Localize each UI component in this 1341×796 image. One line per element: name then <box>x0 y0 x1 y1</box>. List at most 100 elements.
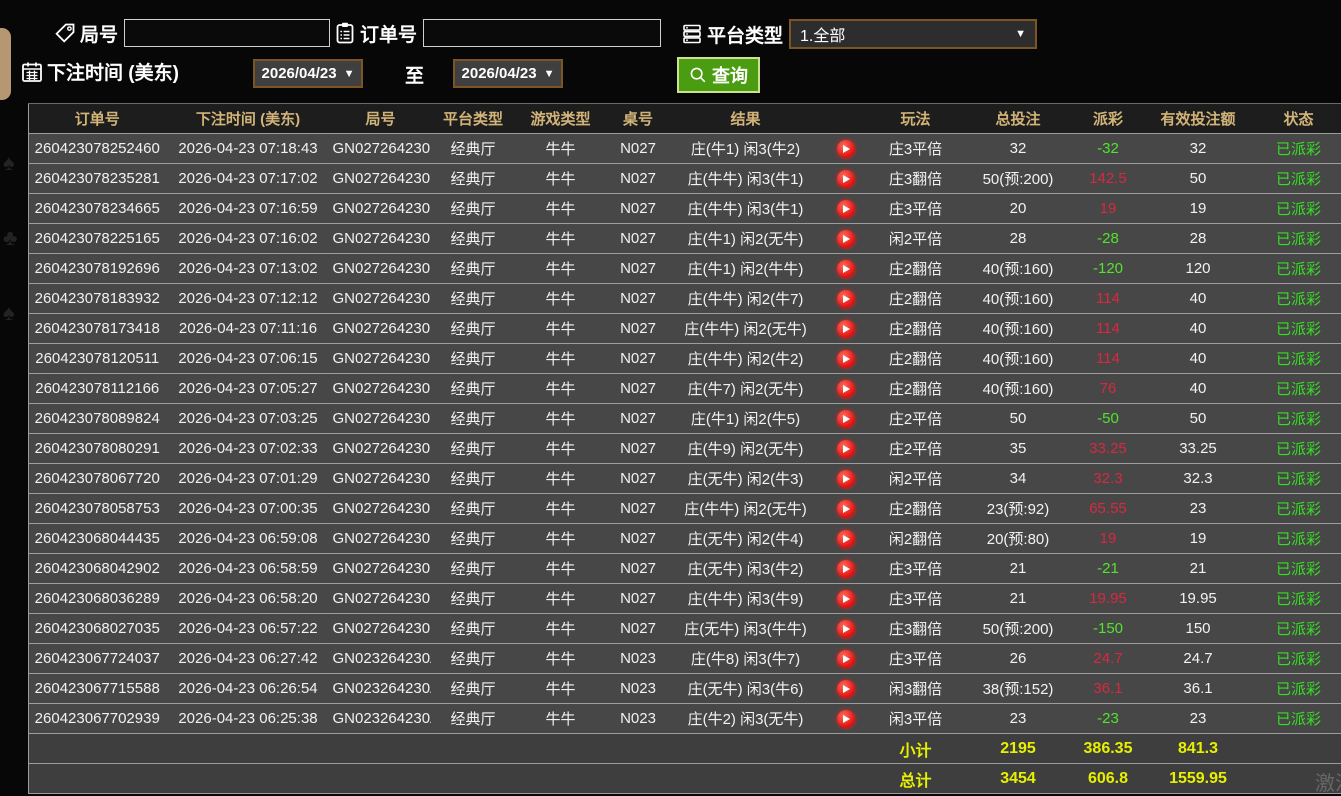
cell-replay <box>821 344 871 374</box>
table-row: 2604230781734182026-04-23 07:11:16GN0272… <box>29 314 1341 344</box>
cell-order: 260423078173418 <box>29 314 166 344</box>
cell-total-bet: 50 <box>961 404 1076 434</box>
column-header: 局号 <box>331 104 431 134</box>
cell-replay <box>821 464 871 494</box>
platform-select-value: 1.全部 <box>800 22 845 46</box>
cell-table-no: N027 <box>606 464 671 494</box>
replay-button[interactable] <box>837 260 855 278</box>
cell-table-no <box>606 734 671 764</box>
cell-table-no: N027 <box>606 134 671 164</box>
replay-button[interactable] <box>837 170 855 188</box>
cell-table-no: N027 <box>606 224 671 254</box>
cell-game-type: 牛牛 <box>516 374 606 404</box>
cell-result: 庄(牛1) 闲3(牛2) <box>671 134 821 164</box>
date-from-picker[interactable]: 2026/04/23 ▼ <box>253 59 363 88</box>
cell-valid-bet: 36.1 <box>1141 674 1256 704</box>
club-suit-decoration: ♣ <box>3 225 17 251</box>
replay-button[interactable] <box>837 440 855 458</box>
date-to-value: 2026/04/23 <box>462 65 537 82</box>
cell-status <box>1256 734 1341 764</box>
replay-button[interactable] <box>837 500 855 518</box>
replay-button[interactable] <box>837 650 855 668</box>
round-input[interactable] <box>124 19 330 47</box>
cell-result: 庄(牛1) 闲2(无牛) <box>671 224 821 254</box>
cell-replay <box>821 704 871 734</box>
replay-button[interactable] <box>837 710 855 728</box>
cell-status: 已派彩 <box>1256 584 1341 614</box>
replay-button[interactable] <box>837 680 855 698</box>
query-button[interactable]: 查询 <box>677 57 760 93</box>
replay-button[interactable] <box>837 320 855 338</box>
cell-play-type: 庄3平倍 <box>871 584 961 614</box>
cell-status: 已派彩 <box>1256 434 1341 464</box>
cell-bet-time: 2026-04-23 07:18:43 <box>166 134 331 164</box>
replay-button[interactable] <box>837 530 855 548</box>
cell-valid-bet: 32 <box>1141 134 1256 164</box>
replay-button[interactable] <box>837 380 855 398</box>
cell-table-no: N027 <box>606 254 671 284</box>
cell-result: 庄(牛牛) 闲2(牛7) <box>671 284 821 314</box>
cell-game-type: 牛牛 <box>516 194 606 224</box>
cell-play-type: 庄2翻倍 <box>871 374 961 404</box>
cell-replay <box>821 434 871 464</box>
replay-button[interactable] <box>837 140 855 158</box>
cell-play-type: 闲3翻倍 <box>871 674 961 704</box>
cell-platform: 经典厅 <box>431 554 516 584</box>
cell-platform: 经典厅 <box>431 464 516 494</box>
cell-round: GN027264230BG <box>331 344 431 374</box>
cell-payout: -32 <box>1076 134 1141 164</box>
platform-select[interactable]: 1.全部 ▼ <box>789 19 1037 49</box>
date-to-picker[interactable]: 2026/04/23 ▼ <box>453 59 563 88</box>
table-row: 2604230781839322026-04-23 07:12:12GN0272… <box>29 284 1341 314</box>
cell-valid-bet: 40 <box>1141 344 1256 374</box>
calendar-icon <box>20 60 44 84</box>
spade-suit-decoration: ♠ <box>3 150 15 176</box>
cell-play-type: 庄2翻倍 <box>871 254 961 284</box>
cell-order: 260423078089824 <box>29 404 166 434</box>
replay-button[interactable] <box>837 230 855 248</box>
cell-round: GN027264230B8 <box>331 584 431 614</box>
cell-replay <box>821 314 871 344</box>
background-art <box>0 28 11 100</box>
cell-order: 260423078183932 <box>29 284 166 314</box>
cell-replay <box>821 734 871 764</box>
cell-total-bet: 2195 <box>961 734 1076 764</box>
cell-result: 庄(牛1) 闲2(牛牛) <box>671 254 821 284</box>
cell-replay <box>821 194 871 224</box>
cell-valid-bet: 23 <box>1141 494 1256 524</box>
cell-game-type: 牛牛 <box>516 404 606 434</box>
cell-platform: 经典厅 <box>431 704 516 734</box>
cell-status: 已派彩 <box>1256 614 1341 644</box>
query-button-label: 查询 <box>712 62 748 88</box>
replay-button[interactable] <box>837 470 855 488</box>
replay-button[interactable] <box>837 290 855 308</box>
replay-button[interactable] <box>837 410 855 428</box>
order-input[interactable] <box>423 19 661 47</box>
cell-play-type: 庄2翻倍 <box>871 314 961 344</box>
cell-bet-time: 2026-04-23 07:00:35 <box>166 494 331 524</box>
cell-order: 260423078067720 <box>29 464 166 494</box>
cell-round: GN027264230BC <box>331 434 431 464</box>
cell-round: GN027264230BT <box>331 134 431 164</box>
cell-valid-bet: 50 <box>1141 404 1256 434</box>
replay-button[interactable] <box>837 560 855 578</box>
table-row: 2604230780677202026-04-23 07:01:29GN0272… <box>29 464 1341 494</box>
replay-button[interactable] <box>837 350 855 368</box>
cell-payout: 32.3 <box>1076 464 1141 494</box>
table-row: 2604230782352812026-04-23 07:17:02GN0272… <box>29 164 1341 194</box>
cell-total-bet: 21 <box>961 554 1076 584</box>
replay-button[interactable] <box>837 200 855 218</box>
cell-bet-time: 2026-04-23 07:02:33 <box>166 434 331 464</box>
cell-play-type: 闲2翻倍 <box>871 524 961 554</box>
replay-button[interactable] <box>837 590 855 608</box>
replay-button[interactable] <box>837 620 855 638</box>
cell-table-no: N023 <box>606 674 671 704</box>
cell-order: 260423078112166 <box>29 374 166 404</box>
cell-valid-bet: 19 <box>1141 524 1256 554</box>
cell-platform: 经典厅 <box>431 164 516 194</box>
cell-valid-bet: 50 <box>1141 164 1256 194</box>
cell-status: 已派彩 <box>1256 674 1341 704</box>
to-label: 至 <box>405 61 424 88</box>
cell-total-bet: 26 <box>961 644 1076 674</box>
cell-round: GN023264230AN <box>331 704 431 734</box>
